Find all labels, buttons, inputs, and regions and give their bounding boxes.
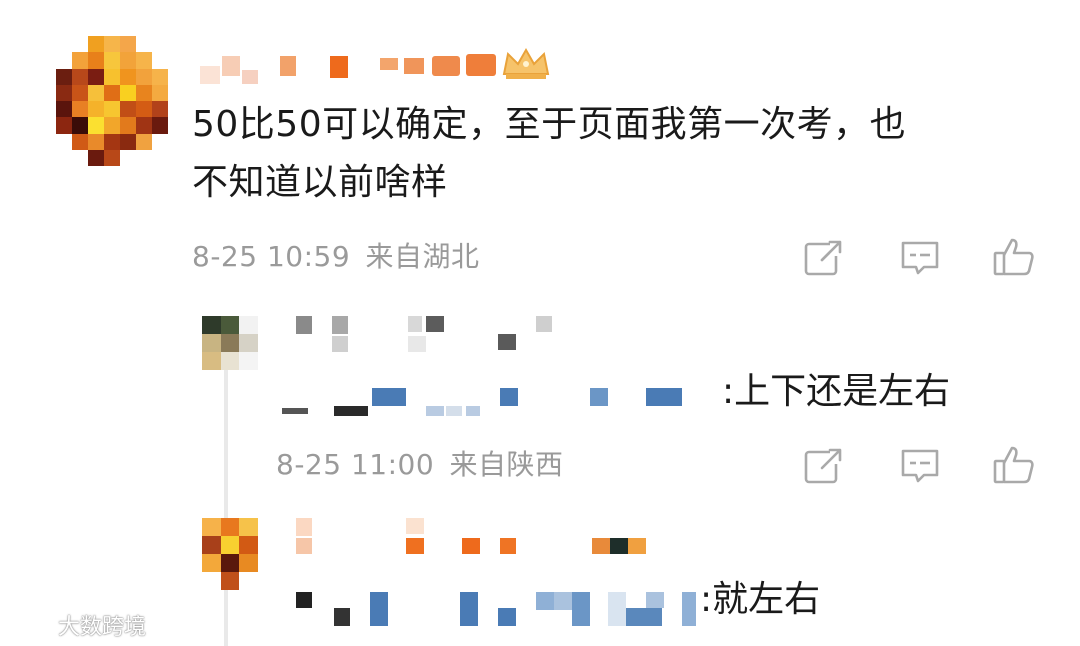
share-button[interactable] bbox=[802, 236, 846, 280]
comment-icon bbox=[901, 449, 939, 483]
share-icon bbox=[804, 444, 846, 484]
location: 来自湖北 bbox=[365, 240, 480, 273]
timestamp: 8-25 11:00 bbox=[276, 448, 435, 481]
thread-line bbox=[224, 366, 228, 646]
comment-button[interactable] bbox=[898, 444, 942, 488]
comment-meta: 8-25 11:00 来自陕西 bbox=[276, 448, 564, 482]
comment-meta: 8-25 10:59 来自湖北 bbox=[192, 240, 480, 274]
comment-icon bbox=[901, 241, 939, 275]
share-button[interactable] bbox=[802, 444, 846, 488]
crown-badge-icon bbox=[502, 47, 550, 79]
reply-text: :就左右 bbox=[700, 579, 821, 620]
like-icon bbox=[993, 446, 1034, 484]
reply-text: :上下还是左右 bbox=[722, 371, 951, 412]
like-button[interactable] bbox=[992, 234, 1036, 278]
watermark-text: 大数跨境 bbox=[58, 615, 147, 640]
avatar[interactable] bbox=[56, 36, 168, 166]
weibo-logo-icon bbox=[13, 615, 49, 637]
timestamp: 8-25 10:59 bbox=[192, 240, 351, 273]
comment-button[interactable] bbox=[898, 236, 942, 280]
like-icon bbox=[993, 238, 1034, 276]
like-button[interactable] bbox=[992, 442, 1036, 486]
location: 来自陕西 bbox=[449, 448, 564, 481]
watermark: 大数跨境 bbox=[12, 610, 146, 640]
comment-text: 50比50可以确定，至于页面我第一次考，也 不知道以前啥样 bbox=[192, 104, 907, 203]
share-icon bbox=[804, 236, 846, 276]
avatar[interactable] bbox=[202, 316, 258, 370]
avatar[interactable] bbox=[202, 518, 258, 590]
